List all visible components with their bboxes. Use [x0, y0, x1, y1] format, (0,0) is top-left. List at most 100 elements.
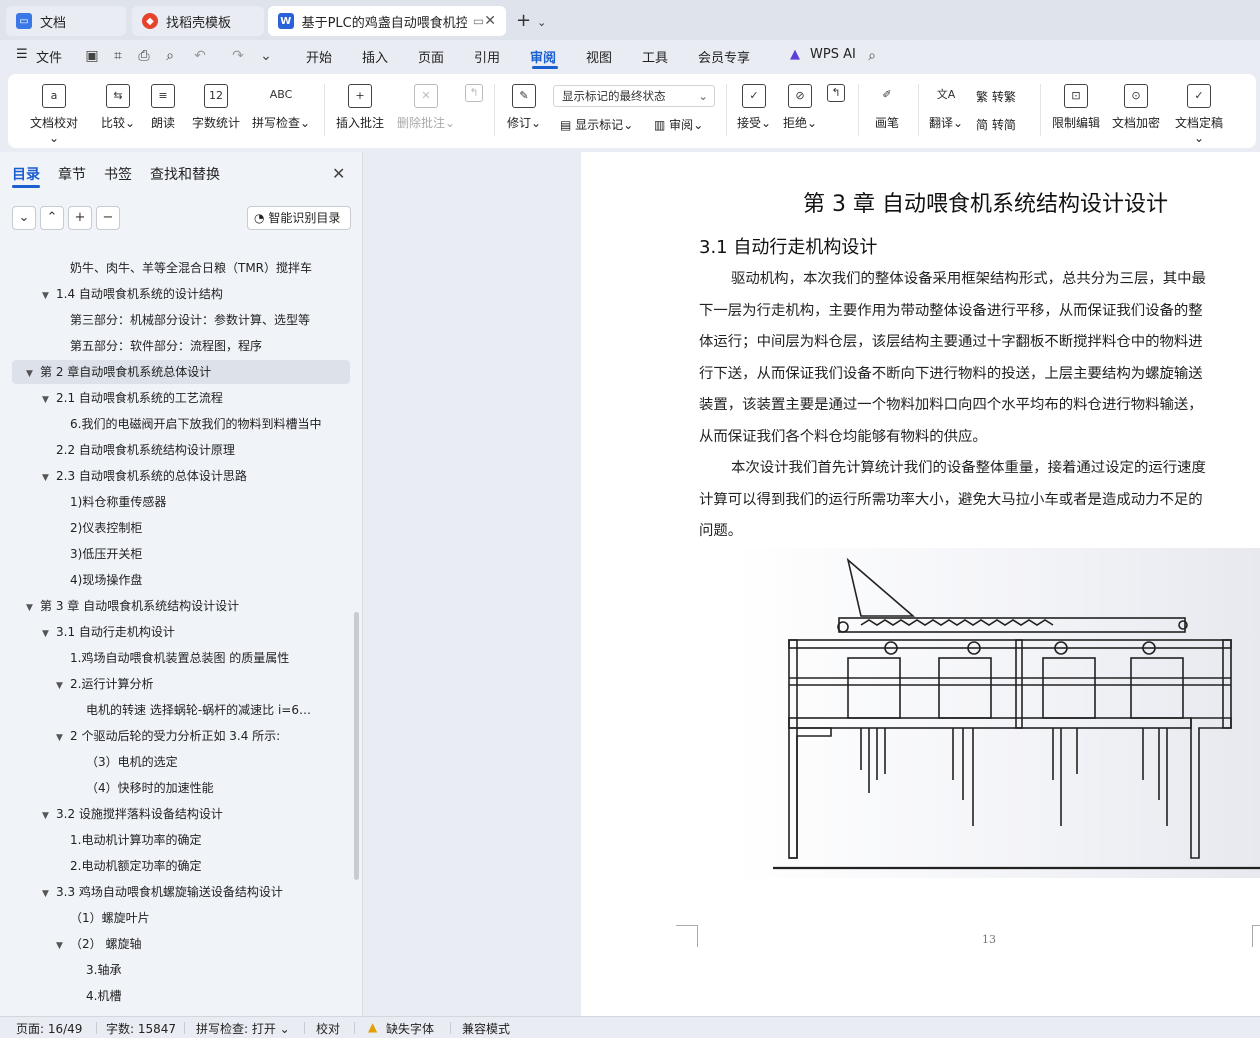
expand-toggle-icon[interactable]: ▼	[26, 362, 40, 386]
toc-item[interactable]: ▼ 3.1 自动行走机构设计	[42, 620, 175, 644]
expand-up-button[interactable]: ⌃	[40, 206, 64, 230]
toc-item[interactable]: 1.电动机计算功率的确定	[70, 828, 201, 852]
expand-toggle-icon[interactable]: ▼	[42, 804, 56, 828]
toc-item[interactable]: ▼ 1.4 自动喂食机系统的设计结构	[42, 282, 223, 306]
expand-toggle-icon[interactable]: ▼	[42, 466, 56, 490]
tab-document[interactable]: W 基于PLC的鸡盏自动喂食机控制系统设计 ▭ ✕	[268, 6, 506, 36]
print-preview-icon[interactable]: ⌕	[162, 48, 178, 64]
remove-heading-button[interactable]: −	[96, 206, 120, 230]
menu-item-vip[interactable]: 会员专享	[698, 47, 750, 66]
finalize-button[interactable]: ✓ 文档定稿⌄	[1170, 84, 1228, 145]
spell-check-toggle[interactable]: 拼写检查: 打开 ⌄	[196, 1020, 290, 1037]
toc-item[interactable]: 奶牛、肉牛、羊等全混合日粮（TMR）搅拌车	[70, 256, 312, 280]
toc-item[interactable]: 3.轴承	[86, 958, 121, 982]
expand-toggle-icon[interactable]: ▼	[56, 934, 70, 958]
pen-button[interactable]: ✐ 画笔	[872, 84, 902, 131]
menu-item-tools[interactable]: 工具	[642, 47, 668, 66]
toc-item[interactable]: 电机的转速 选择蜗轮-蜗杆的减速比 i=6…	[86, 698, 311, 722]
proof-button[interactable]: 校对	[316, 1020, 340, 1037]
toc-item[interactable]: ▼ 第 2 章自动喂食机系统总体设计	[26, 360, 211, 384]
toc-item[interactable]: 3)低压开关柜	[70, 542, 142, 566]
word-count-indicator[interactable]: 字数: 15847	[106, 1020, 176, 1037]
toc-item[interactable]: 4)现场操作盘	[70, 568, 142, 592]
close-icon[interactable]: ✕	[484, 13, 496, 29]
add-heading-button[interactable]: +	[68, 206, 92, 230]
toc-item[interactable]: （4）快移时的加速性能	[86, 776, 214, 800]
delete-comment-button[interactable]: ✕ 删除批注⌄	[396, 84, 456, 131]
tab-find-replace[interactable]: 查找和替换	[150, 164, 220, 184]
toc-item[interactable]: 2.2 自动喂食机系统结构设计原理	[56, 438, 235, 462]
tab-toc[interactable]: 目录	[12, 164, 40, 184]
translate-button[interactable]: 文A 翻译⌄	[928, 84, 964, 131]
expand-toggle-icon[interactable]: ▼	[26, 596, 40, 620]
expand-toggle-icon[interactable]: ▼	[56, 674, 70, 698]
toc-item[interactable]: 第三部分：机械部分设计：参数计算、选型等	[70, 308, 310, 332]
compare-button[interactable]: ⇆ 比较⌄	[96, 84, 140, 131]
doc-check-button[interactable]: a 文档校对⌄	[28, 84, 80, 145]
wps-ai-button[interactable]: WPS AI	[810, 47, 856, 62]
expand-toggle-icon[interactable]: ▼	[56, 726, 70, 750]
toc-item[interactable]: 1.鸡场自动喂食机装置总装图 的质量属性	[70, 646, 289, 670]
page-indicator[interactable]: 页面: 16/49	[16, 1020, 82, 1037]
menu-item-page[interactable]: 页面	[418, 47, 444, 66]
review-pane-button[interactable]: ▥ 审阅⌄	[654, 116, 703, 133]
toc-item[interactable]: 1)料仓称重传感器	[70, 490, 166, 514]
save-icon[interactable]: ▣	[84, 48, 100, 64]
file-menu[interactable]: 文件	[36, 47, 62, 66]
toc-item[interactable]: 2)仪表控制柜	[70, 516, 142, 540]
toc-item[interactable]: ▼ 2.运行计算分析	[56, 672, 153, 696]
missing-font-button[interactable]: 缺失字体	[386, 1020, 434, 1037]
toc-item[interactable]: ▼ 3.3 鸡场自动喂食机螺旋输送设备结构设计	[42, 880, 283, 904]
smart-toc-button[interactable]: ◔ 智能识别目录	[247, 206, 351, 230]
toc-item[interactable]: （3）电机的选定	[86, 750, 178, 774]
menu-item-insert[interactable]: 插入	[362, 47, 388, 66]
expand-toggle-icon[interactable]: ▼	[42, 882, 56, 906]
toc-item[interactable]: 2.电动机额定功率的确定	[70, 854, 201, 878]
tab-docer[interactable]: ◆ 找稻壳模板	[132, 6, 264, 36]
print-icon[interactable]: ⎙	[136, 48, 152, 64]
monitor-icon[interactable]: ▭	[473, 14, 484, 28]
tab-bookmarks[interactable]: 书签	[104, 164, 132, 184]
chevron-down-icon[interactable]: ⌄	[537, 16, 546, 29]
scrollbar[interactable]	[354, 612, 359, 880]
toc-item[interactable]: ▼ 2.1 自动喂食机系统的工艺流程	[42, 386, 223, 410]
toc-item[interactable]: 4.机槽	[86, 984, 121, 1008]
expand-toggle-icon[interactable]: ▼	[42, 388, 56, 412]
to-simplified-button[interactable]: 简 转简	[976, 116, 1016, 133]
menu-item-reference[interactable]: 引用	[474, 47, 500, 66]
close-icon[interactable]: ✕	[332, 164, 345, 183]
menu-item-review[interactable]: 审阅	[530, 47, 556, 66]
spell-check-button[interactable]: ABC 拼写检查⌄	[250, 84, 312, 131]
toc-item[interactable]: ▼ 第 3 章 自动喂食机系统结构设计设计	[26, 594, 239, 618]
toc-item[interactable]: 6.我们的电磁阀开启下放我们的物料到料槽当中	[70, 412, 321, 436]
prev-change-button[interactable]: ↰	[826, 84, 846, 108]
tab-sections[interactable]: 章节	[58, 164, 86, 184]
markup-state-select[interactable]: 显示标记的最终状态 ⌄	[553, 85, 715, 107]
menu-item-view[interactable]: 视图	[586, 47, 612, 66]
toc-item[interactable]: ▼ 2 个驱动后轮的受力分析正如 3.4 所示:	[56, 724, 280, 748]
share-icon[interactable]: ⌗	[110, 48, 126, 64]
toc-item[interactable]: （1）螺旋叶片	[70, 906, 150, 930]
tab-docs[interactable]: ▭ 文档	[6, 6, 126, 36]
encrypt-button[interactable]: ⊙ 文档加密	[1110, 84, 1162, 131]
undo-icon[interactable]: ↶	[192, 48, 208, 64]
redo-icon[interactable]: ↷	[230, 48, 246, 64]
menu-icon[interactable]: ☰	[16, 47, 28, 62]
menu-item-start[interactable]: 开始	[306, 47, 332, 66]
toc-item[interactable]: ▼ 2.3 自动喂食机系统的总体设计思路	[42, 464, 247, 488]
accept-button[interactable]: ✓ 接受⌄	[736, 84, 772, 131]
revise-button[interactable]: ✎ 修订⌄	[504, 84, 544, 131]
expand-toggle-icon[interactable]: ▼	[42, 284, 56, 308]
expand-toggle-icon[interactable]: ▼	[42, 622, 56, 646]
toc-item[interactable]: 第五部分：软件部分：流程图，程序	[70, 334, 262, 358]
prev-comment-button[interactable]: ↰	[464, 84, 484, 108]
restrict-edit-button[interactable]: ⊡ 限制编辑	[1050, 84, 1102, 131]
insert-comment-button[interactable]: + 插入批注	[334, 84, 386, 131]
search-icon[interactable]: ⌕	[864, 48, 880, 64]
toc-item[interactable]: ▼ （2） 螺旋轴	[56, 932, 141, 956]
chevron-down-icon[interactable]: ⌄	[258, 48, 274, 64]
toc-item[interactable]: ▼ 3.2 设施搅拌落料设备结构设计	[42, 802, 223, 826]
new-tab-button[interactable]: + ⌄	[516, 10, 546, 31]
show-markup-button[interactable]: ▤ 显示标记⌄	[560, 116, 633, 133]
word-count-button[interactable]: 12 字数统计	[190, 84, 242, 131]
